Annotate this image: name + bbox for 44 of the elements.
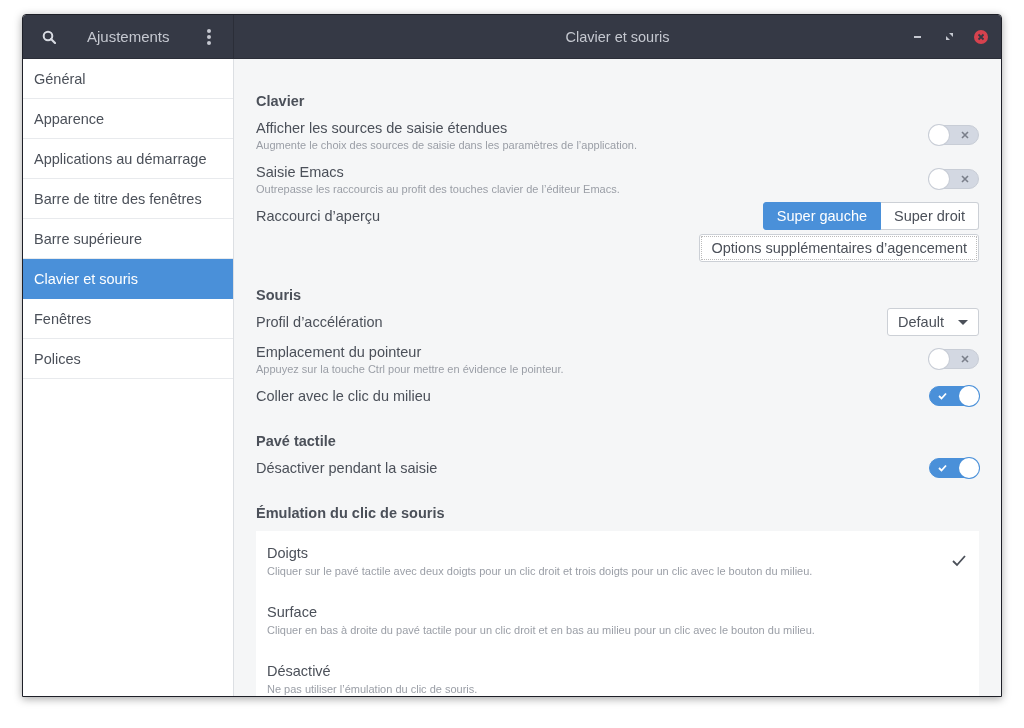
check-icon (938, 464, 947, 472)
option-label: Surface (267, 603, 318, 620)
setting-label: Coller avec le clic du milieu (256, 388, 431, 404)
option-item[interactable]: Doigts Cliquer sur le pavé tactile avec deux doigts pour un clic droit et trois doigts pour un clic avec le bouton du milieu. (256, 531, 979, 590)
window-title: Clavier et souris (565, 28, 670, 45)
check-icon (938, 392, 947, 400)
option-description: Cliquer sur le pavé tactile avec deux doigts pour un clic droit et trois doigts pour un clic avec le bouton du milieu. (267, 564, 813, 577)
caret-icon (958, 319, 968, 325)
dropdown[interactable]: Default (887, 308, 979, 336)
app-title: Ajustements (87, 28, 171, 45)
toggle-switch[interactable] (929, 386, 979, 406)
minimize-icon (913, 35, 921, 38)
setting-description: Appuyez sur la touche Ctrl pour mettre en évidence le pointeur. (256, 362, 564, 375)
menu-icon (207, 28, 211, 45)
setting-label: Afficher les sources de saisie étendues (256, 119, 509, 136)
toggle-switch[interactable] (929, 349, 979, 369)
restore-icon (945, 33, 953, 40)
section-title: Souris (256, 286, 303, 305)
cross-icon (961, 131, 969, 139)
search-icon (42, 29, 56, 44)
cross-icon (961, 175, 969, 183)
setting-description: Outrepasse les raccourcis au profit des touches clavier de l’éditeur Emacs. (256, 182, 620, 195)
section-title: Clavier (256, 92, 306, 111)
setting-description: Augmente le choix des sources de saisie dans les paramètres de l’application. (256, 138, 637, 151)
option-item[interactable]: Surface Cliquer en bas à droite du pavé tactile pour un clic droit et en bas au milieu pour un clic avec le bouton du milieu. (256, 590, 979, 649)
option-label: Désactivé (267, 662, 332, 679)
toggle-switch[interactable] (929, 169, 979, 189)
option-label: Doigts (267, 544, 310, 561)
close-icon (974, 29, 988, 44)
setting-label: Profil d’accélération (256, 314, 383, 330)
cross-icon (961, 355, 969, 363)
section-title: Émulation du clic de souris (256, 504, 446, 523)
option-item[interactable]: Désactivé Ne pas utiliser l’émulation du clic de souris. (256, 649, 979, 696)
setting-label: Saisie Emacs (256, 163, 345, 180)
option-description: Cliquer en bas à droite du pavé tactile pour un clic droit et en bas au milieu pour un clic avec le bouton du milieu. (267, 623, 815, 636)
section-title: Pavé tactile (256, 432, 337, 451)
option-description: Ne pas utiliser l’émulation du clic de souris. (267, 682, 478, 695)
setting-label: Raccourci d’aperçu (256, 208, 381, 224)
setting-label: Emplacement du pointeur (256, 343, 423, 360)
options-button[interactable]: Options supplémentaires d’agencement (699, 234, 979, 262)
toggle-switch[interactable] (929, 458, 979, 478)
toggle-switch[interactable] (929, 125, 979, 145)
segment-button[interactable]: Super droit (881, 202, 979, 230)
setting-label: Désactiver pendant la saisie (256, 460, 438, 476)
